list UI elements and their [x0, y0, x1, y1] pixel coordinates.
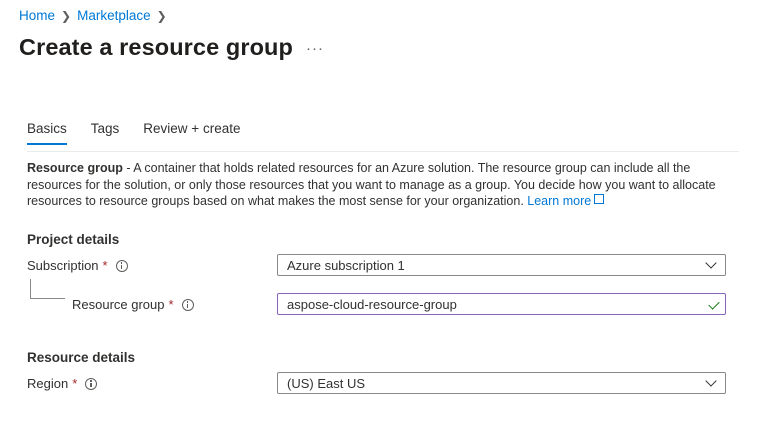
tab-bar: Basics Tags Review + create: [27, 121, 264, 145]
region-label: Region *: [27, 376, 98, 391]
required-marker: *: [168, 297, 174, 312]
chevron-right-icon: ❯: [156, 8, 167, 23]
checkmark-icon: [708, 298, 720, 310]
external-link-icon: [594, 194, 605, 204]
tab-divider: [27, 151, 739, 152]
required-marker: *: [102, 258, 108, 273]
tree-connector: [30, 279, 65, 299]
resource-group-label: Resource group *: [72, 297, 194, 312]
breadcrumb-home-link[interactable]: Home: [19, 8, 55, 23]
subscription-dropdown[interactable]: Azure subscription 1: [277, 254, 726, 276]
description-text: - A container that holds related resourc…: [27, 161, 716, 208]
subscription-value: Azure subscription 1: [287, 257, 405, 273]
chevron-down-icon: [705, 257, 717, 269]
subscription-label: Subscription *: [27, 258, 128, 273]
project-details-heading: Project details: [27, 232, 120, 247]
region-value: (US) East US: [287, 375, 366, 391]
info-icon[interactable]: [115, 259, 128, 272]
description-term: Resource group: [27, 161, 123, 175]
resource-group-label-text: Resource group: [72, 297, 165, 312]
resource-group-input[interactable]: [287, 296, 687, 312]
page-title: Create a resource group: [19, 34, 293, 60]
tab-tags[interactable]: Tags: [91, 121, 120, 145]
breadcrumb: Home ❯ Marketplace ❯: [19, 8, 173, 23]
learn-more-label[interactable]: Learn more: [527, 194, 591, 208]
region-dropdown[interactable]: (US) East US: [277, 372, 726, 394]
resource-details-heading: Resource details: [27, 350, 136, 365]
tab-review-create[interactable]: Review + create: [143, 121, 240, 145]
info-icon[interactable]: [181, 298, 194, 311]
region-label-text: Region: [27, 376, 69, 391]
required-marker: *: [72, 376, 78, 391]
more-options-button[interactable]: ···: [306, 40, 324, 57]
info-icon[interactable]: [85, 377, 98, 390]
resource-group-field[interactable]: [277, 293, 726, 315]
description: Resource group - A container that holds …: [27, 160, 727, 210]
tab-basics[interactable]: Basics: [27, 121, 67, 145]
subscription-label-text: Subscription: [27, 258, 99, 273]
chevron-down-icon: [705, 375, 717, 387]
learn-more-link[interactable]: Learn more: [527, 194, 605, 208]
breadcrumb-marketplace-link[interactable]: Marketplace: [77, 8, 151, 23]
chevron-right-icon: ❯: [61, 8, 72, 23]
